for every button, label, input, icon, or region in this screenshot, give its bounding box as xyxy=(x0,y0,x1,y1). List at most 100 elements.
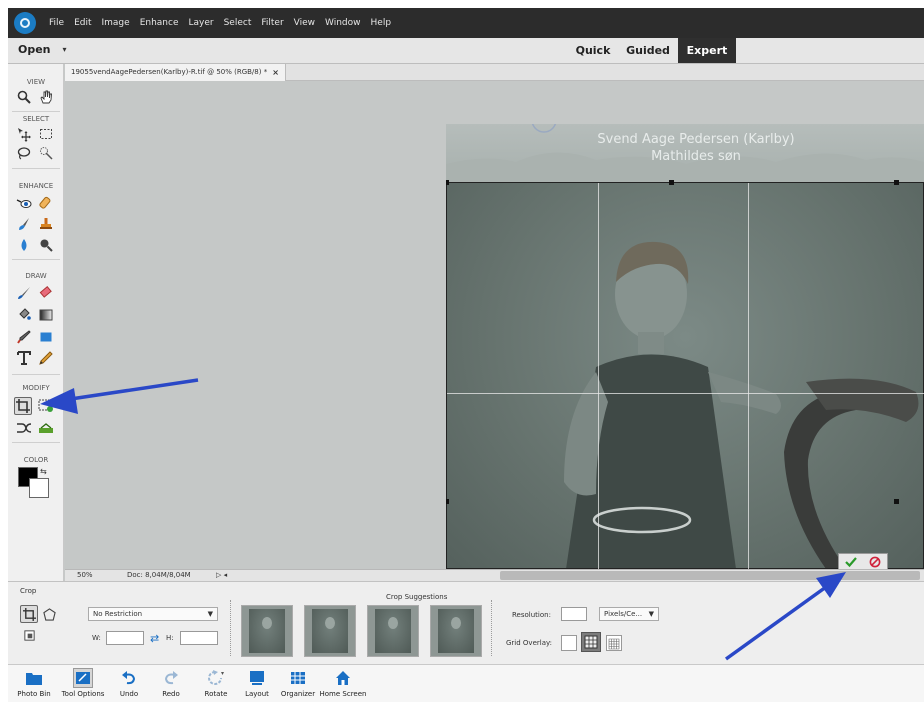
move-tool-icon[interactable] xyxy=(15,125,33,143)
open-label: Open xyxy=(18,43,51,56)
doc-size: Doc: 8,04M/8,04M xyxy=(127,571,191,579)
blur-tool-icon[interactable] xyxy=(15,236,33,254)
width-label: W: xyxy=(92,634,101,642)
menu-window[interactable]: Window xyxy=(325,18,361,28)
crop-tool-icon[interactable] xyxy=(14,397,32,415)
width-field[interactable] xyxy=(106,631,144,645)
section-select-label: SELECT xyxy=(22,115,50,123)
crop-mode-icon[interactable] xyxy=(20,605,38,623)
zoom-tool-icon[interactable] xyxy=(15,88,33,106)
crop-suggestion-thumb[interactable] xyxy=(430,605,482,657)
crop-to-layer-icon[interactable] xyxy=(20,626,38,644)
divider xyxy=(12,168,60,169)
tab-expert[interactable]: Expert xyxy=(678,38,736,63)
canvas-area[interactable]: Svend Aage Pedersen (Karlby) Mathildes s… xyxy=(65,81,924,569)
sponge-tool-icon[interactable] xyxy=(37,236,55,254)
marquee-tool-icon[interactable] xyxy=(37,125,55,143)
cancel-icon[interactable] xyxy=(863,554,887,569)
resolution-field[interactable] xyxy=(561,607,587,621)
menu-bar: File Edit Image Enhance Layer Select Fil… xyxy=(8,8,924,38)
tool-options-title: Crop xyxy=(20,587,37,595)
height-field[interactable] xyxy=(180,631,218,645)
resolution-unit-select[interactable]: Pixels/Ce... ▼ xyxy=(599,607,659,621)
tab-guided[interactable]: Guided xyxy=(618,38,678,63)
quick-selection-tool-icon[interactable] xyxy=(37,144,55,162)
straighten-tool-icon[interactable] xyxy=(37,419,55,437)
photo-image[interactable]: Svend Aage Pedersen (Karlby) Mathildes s… xyxy=(446,124,924,569)
section-view-label: VIEW xyxy=(26,78,46,86)
content-aware-move-tool-icon[interactable] xyxy=(15,419,33,437)
crop-handle-top-left[interactable] xyxy=(446,180,449,185)
crop-suggestion-thumb[interactable] xyxy=(241,605,293,657)
shape-tool-icon[interactable] xyxy=(37,328,55,346)
eraser-tool-icon[interactable] xyxy=(37,284,55,302)
taskbar: Photo Bin Tool Options Undo Redo ▾ Rotat… xyxy=(8,664,924,702)
perspective-crop-icon[interactable] xyxy=(40,605,58,623)
grid-overlay-thirds[interactable] xyxy=(581,632,601,652)
spot-healing-tool-icon[interactable] xyxy=(37,194,55,212)
photo-bin-button[interactable]: Photo Bin xyxy=(12,665,56,702)
crop-handle-top-right[interactable] xyxy=(894,180,899,185)
rule-of-thirds-line xyxy=(748,183,749,569)
paint-bucket-tool-icon[interactable] xyxy=(15,306,33,324)
recompose-tool-icon[interactable] xyxy=(37,397,55,415)
app-logo-icon[interactable] xyxy=(14,12,36,34)
tool-options-panel: Crop No Restriction ▼ W: ⇄ H: Crop Sugge… xyxy=(8,581,924,664)
menu-help[interactable]: Help xyxy=(371,18,392,28)
photo-caption-line-2: Mathildes søn xyxy=(651,149,741,164)
layout-button[interactable]: Layout xyxy=(240,665,274,702)
crop-commit-bar xyxy=(838,553,888,569)
grid-overlay-grid[interactable] xyxy=(606,635,622,651)
home-screen-button[interactable]: Home Screen xyxy=(318,665,368,702)
pencil-tool-icon[interactable] xyxy=(37,349,55,367)
document-tab[interactable]: 19055vendAageP​edersen(Karlby)-R.tif @ 5… xyxy=(65,64,286,81)
hand-tool-icon[interactable] xyxy=(37,88,55,106)
menu-filter[interactable]: Filter xyxy=(261,18,283,28)
crop-handle-right[interactable] xyxy=(894,499,899,504)
crop-suggestion-thumb[interactable] xyxy=(304,605,356,657)
zoom-level[interactable]: 50% xyxy=(77,571,93,579)
crop-handle-top[interactable] xyxy=(669,180,674,185)
color-picker-tool-icon[interactable] xyxy=(15,328,33,346)
redo-button[interactable]: Redo xyxy=(154,665,188,702)
crop-rectangle[interactable] xyxy=(446,180,924,569)
swap-colors-icon[interactable]: ⇆ xyxy=(40,467,47,476)
menu-file[interactable]: File xyxy=(49,18,64,28)
background-color-swatch[interactable] xyxy=(29,478,49,498)
menu-view[interactable]: View xyxy=(294,18,315,28)
color-swatches[interactable]: ⇆ xyxy=(18,467,52,499)
crop-suggestion-thumb[interactable] xyxy=(367,605,419,657)
undo-button[interactable]: Undo xyxy=(112,665,146,702)
clone-stamp-tool-icon[interactable] xyxy=(37,215,55,233)
status-nav-arrows[interactable]: ▷ ◂ xyxy=(216,571,227,579)
toolbox: VIEW SELECT ENHANCE DRAW MODIFY COLOR ⇆ xyxy=(8,64,64,664)
type-tool-icon[interactable] xyxy=(15,349,33,367)
menu-enhance[interactable]: Enhance xyxy=(140,18,179,28)
rotate-button[interactable]: ▾ Rotate xyxy=(196,665,236,702)
commit-check-icon[interactable] xyxy=(839,554,863,569)
swap-dimensions-icon[interactable]: ⇄ xyxy=(150,632,159,645)
grid-overlay-none[interactable] xyxy=(561,635,577,651)
tab-quick[interactable]: Quick xyxy=(568,38,618,63)
gradient-tool-icon[interactable] xyxy=(37,306,55,324)
menu-select[interactable]: Select xyxy=(224,18,252,28)
photo-bin-label: Photo Bin xyxy=(17,690,51,698)
menu-image[interactable]: Image xyxy=(102,18,130,28)
menu-edit[interactable]: Edit xyxy=(74,18,91,28)
crop-handle-left[interactable] xyxy=(446,499,449,504)
divider xyxy=(12,374,60,375)
organizer-button[interactable]: Organizer xyxy=(278,665,318,702)
menu-layer[interactable]: Layer xyxy=(189,18,214,28)
smart-brush-tool-icon[interactable] xyxy=(15,215,33,233)
red-eye-tool-icon[interactable] xyxy=(15,194,33,212)
chevron-down-icon[interactable]: ▾ xyxy=(63,45,67,54)
tool-options-button[interactable]: Tool Options xyxy=(58,665,108,702)
brush-tool-icon[interactable] xyxy=(15,284,33,302)
redo-icon xyxy=(161,668,181,688)
horizontal-scrollbar[interactable] xyxy=(500,571,920,580)
open-button[interactable]: Open ▾ xyxy=(18,43,67,56)
photo-caption-line-1: Svend Aage Pedersen (Karlby) xyxy=(597,132,795,147)
aspect-ratio-select[interactable]: No Restriction ▼ xyxy=(88,607,218,621)
lasso-tool-icon[interactable] xyxy=(15,144,33,162)
close-icon[interactable]: × xyxy=(272,64,279,81)
